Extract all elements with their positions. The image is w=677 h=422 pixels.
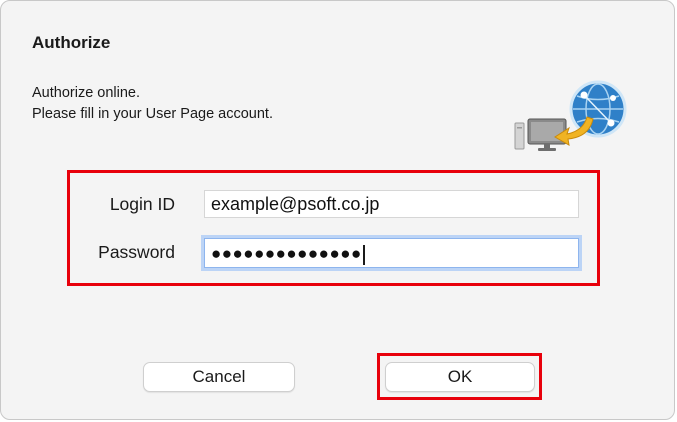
- ok-button[interactable]: OK: [385, 362, 535, 392]
- description-line-1: Authorize online.: [32, 85, 141, 101]
- authorize-dialog: Authorize Authorize online. Please fill …: [0, 0, 675, 420]
- computer-globe-sync-icon: [514, 80, 627, 151]
- cancel-button[interactable]: Cancel: [143, 362, 295, 392]
- login-id-value: example@psoft.co.jp: [211, 194, 380, 214]
- login-id-label: Login ID: [109, 194, 175, 214]
- password-label: Password: [98, 242, 175, 262]
- text-caret: [362, 244, 365, 265]
- login-id-field[interactable]: example@psoft.co.jp: [204, 190, 579, 218]
- description-line-2: Please fill in your User Page account.: [32, 106, 273, 122]
- login-form-highlight: [67, 170, 600, 286]
- password-field[interactable]: ●●●●●●●●●●●●●●: [204, 238, 579, 268]
- dialog-title: Authorize: [32, 33, 111, 52]
- dialog-description: Authorize online. Please fill in your Us…: [32, 83, 273, 125]
- password-masked-value: ●●●●●●●●●●●●●●: [211, 244, 362, 263]
